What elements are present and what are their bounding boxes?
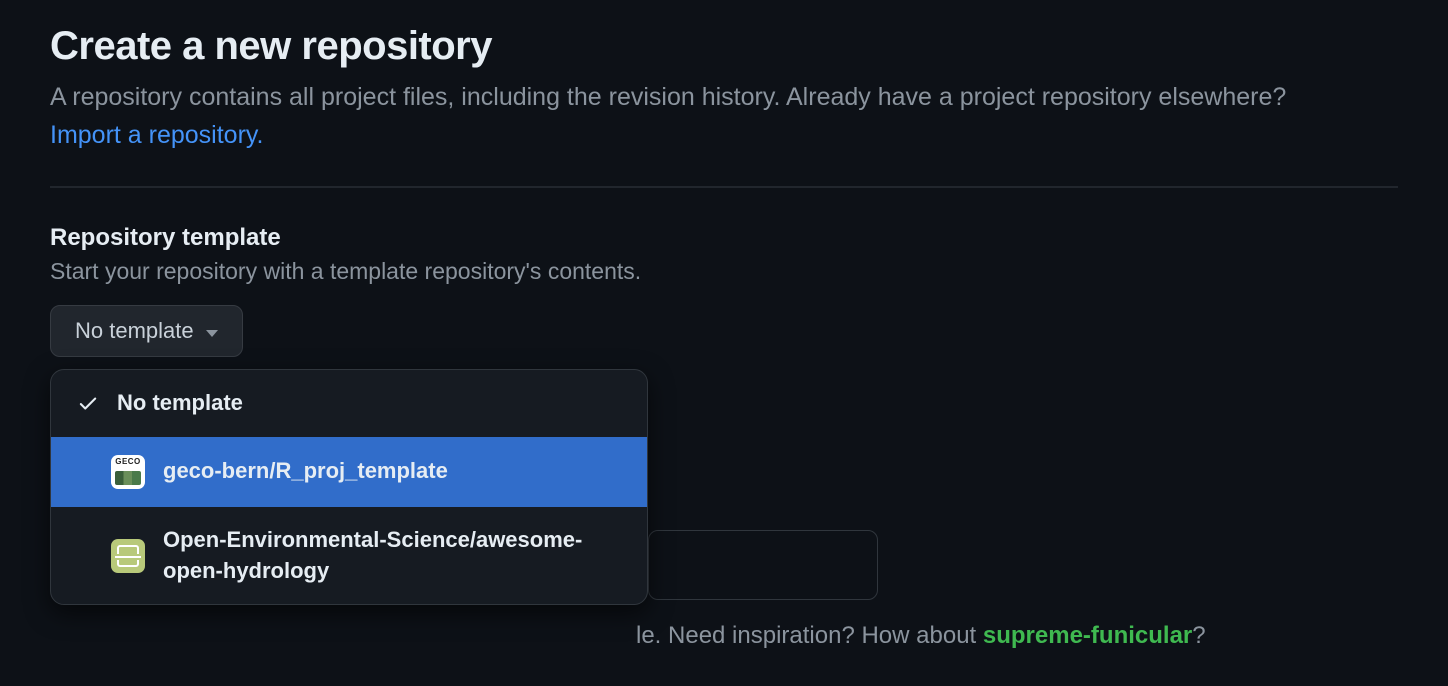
dropdown-item-no-template[interactable]: No template [51,370,647,437]
repo-name-suggestion[interactable]: supreme-funicular [983,622,1192,649]
dropdown-item-geco[interactable]: geco-bern/R_proj_template [51,437,647,507]
org-avatar-icon [111,455,145,489]
caret-down-icon [206,330,218,337]
dropdown-item-oes[interactable]: Open-Environmental-Science/awesome-open-… [51,507,647,605]
dropdown-item-label: No template [117,388,243,419]
page-subtitle: A repository contains all project files,… [50,79,1330,154]
template-section-description: Start your repository with a template re… [50,258,1398,285]
divider [50,186,1398,188]
hint-text-fragment: le. Need inspiration? How about [636,622,983,649]
template-select-label: No template [75,318,194,344]
dropdown-item-label: geco-bern/R_proj_template [163,456,448,487]
page-title: Create a new repository [50,24,1398,69]
repo-name-input[interactable] [648,530,878,600]
dropdown-item-label: Open-Environmental-Science/awesome-open-… [163,525,625,587]
name-hint-text: le. Need inspiration? How about supreme-… [636,622,1206,650]
org-avatar-icon [111,539,145,573]
check-icon [77,392,99,414]
template-section-label: Repository template [50,224,1398,252]
template-dropdown: No template geco-bern/R_proj_template Op… [50,369,648,605]
hint-question-mark: ? [1192,622,1205,649]
subtitle-text: A repository contains all project files,… [50,83,1286,111]
template-select-button[interactable]: No template [50,305,243,357]
import-repository-link[interactable]: Import a repository. [50,121,264,149]
